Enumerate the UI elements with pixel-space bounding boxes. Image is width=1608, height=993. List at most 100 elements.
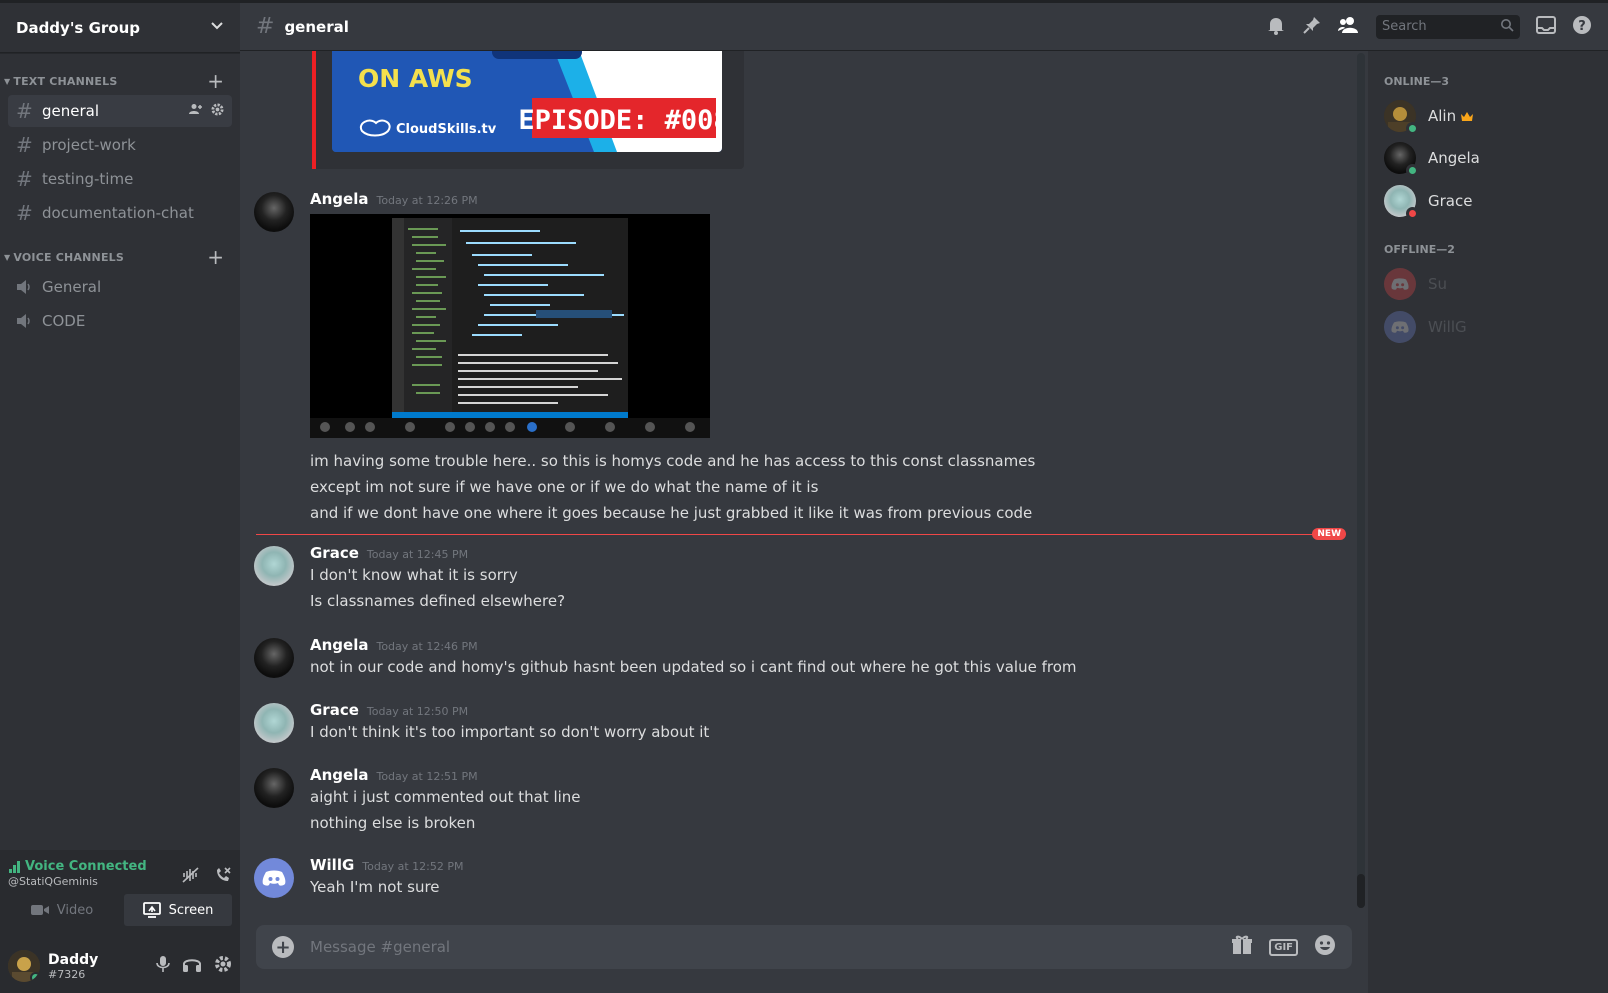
collapse-arrow-icon: ▼ <box>4 76 11 86</box>
member-item-angela[interactable]: Angela <box>1384 137 1480 179</box>
message-timestamp: Today at 12:52 PM <box>362 860 464 873</box>
message-author[interactable]: Grace <box>310 544 359 562</box>
invite-icon[interactable] <box>189 103 203 119</box>
headphones-icon[interactable] <box>182 955 202 977</box>
hash-icon: # <box>256 14 275 39</box>
new-messages-divider: NEW <box>256 528 1346 540</box>
avatar[interactable] <box>254 768 294 808</box>
avatar <box>1384 311 1416 343</box>
message-timestamp: Today at 12:46 PM <box>376 640 478 653</box>
search-input[interactable]: Search <box>1376 14 1520 39</box>
microphone-icon[interactable] <box>156 955 170 977</box>
online-status-dot <box>30 972 40 982</box>
message-input-placeholder[interactable]: Message #general <box>310 938 450 956</box>
channel-title: general <box>284 17 349 36</box>
message-content: Yeah I'm not sure <box>310 878 440 896</box>
scrollbar-thumb[interactable] <box>1357 874 1365 908</box>
channel-documentation-chat[interactable]: # documentation-chat <box>8 197 232 229</box>
pin-icon[interactable] <box>1302 15 1322 39</box>
add-channel-icon[interactable]: + <box>207 247 224 267</box>
message-content: and if we dont have one where it goes be… <box>310 504 1033 522</box>
embed-brand: CloudSkills.tv <box>396 122 497 137</box>
code-screenshot-image <box>310 214 710 438</box>
camera-icon <box>30 905 49 915</box>
emoji-icon[interactable] <box>1314 934 1336 960</box>
member-list: ONLINE—3 Alin Angela Grace OFFLINE—2 Su … <box>1368 51 1608 993</box>
add-channel-icon[interactable]: + <box>207 71 224 91</box>
voice-connected-status[interactable]: Voice Connected <box>8 859 147 874</box>
channel-testing-time[interactable]: # testing-time <box>8 163 232 195</box>
message-header: WillG Today at 12:52 PM <box>310 856 463 874</box>
embed-headline: ON AWS <box>358 64 473 93</box>
category-voice-channels[interactable]: ▼ VOICE CHANNELS + <box>0 245 240 269</box>
channel-general[interactable]: # general <box>8 95 232 127</box>
discord-window: Daddy's Group ▼ TEXT CHANNELS + # general… <box>0 0 1608 993</box>
member-name: Alin <box>1428 107 1457 125</box>
channel-label: testing-time <box>42 170 134 188</box>
discord-logo-icon <box>1391 321 1409 333</box>
chat-scrollbar[interactable] <box>1357 53 1365 908</box>
bell-icon[interactable] <box>1266 15 1286 39</box>
voice-status-row: Voice Connected @StatiQGeminis <box>8 859 232 888</box>
online-status-dot <box>1406 164 1419 177</box>
message-author[interactable]: Grace <box>310 701 359 719</box>
member-list-icon[interactable] <box>1338 16 1360 38</box>
hash-icon: # <box>16 99 33 123</box>
member-item-alin[interactable]: Alin <box>1384 95 1474 137</box>
embed-thumbnail[interactable]: ON AWS EPISODE: #008 CloudSkills.tv <box>332 51 722 152</box>
avatar[interactable] <box>254 638 294 678</box>
avatar[interactable] <box>254 546 294 586</box>
message-timestamp: Today at 12:50 PM <box>366 705 469 718</box>
message-header: Grace Today at 12:50 PM <box>310 701 468 719</box>
screen-share-button[interactable]: Screen <box>124 894 232 926</box>
avatar <box>1384 268 1416 300</box>
message-content: aight i just commented out that line <box>310 788 581 806</box>
speaker-icon <box>16 313 40 329</box>
voice-channel-general[interactable]: General <box>8 271 232 303</box>
disconnect-icon[interactable] <box>214 866 232 887</box>
avatar[interactable] <box>254 192 294 232</box>
upload-plus-icon[interactable]: + <box>272 936 294 958</box>
voice-channel-code[interactable]: CODE <box>8 305 232 337</box>
message-content: I don't know what it is sorry <box>310 566 518 584</box>
crown-icon <box>1460 107 1474 126</box>
message-author[interactable]: WillG <box>310 856 354 874</box>
message-composer[interactable]: + Message #general GIF <box>256 925 1352 969</box>
message-header: Angela Today at 12:46 PM <box>310 636 478 654</box>
message-author[interactable]: Angela <box>310 766 368 784</box>
avatar[interactable] <box>8 950 40 982</box>
composer-tools: GIF <box>1231 934 1336 960</box>
message-author[interactable]: Angela <box>310 636 368 654</box>
channel-project-work[interactable]: # project-work <box>8 129 232 161</box>
settings-gear-icon[interactable] <box>214 955 232 977</box>
message-timestamp: Today at 12:51 PM <box>376 770 478 783</box>
message-author[interactable]: Angela <box>310 190 368 208</box>
svg-text:?: ? <box>1578 19 1586 34</box>
member-item-su[interactable]: Su <box>1384 263 1447 305</box>
member-item-willg[interactable]: WillG <box>1384 306 1467 348</box>
inbox-icon[interactable] <box>1536 15 1556 38</box>
chevron-down-icon[interactable] <box>210 19 224 37</box>
member-name: Angela <box>1428 149 1480 167</box>
gear-icon[interactable] <box>211 103 224 119</box>
video-button[interactable]: Video <box>8 894 116 926</box>
user-tag: #7326 <box>48 967 86 981</box>
channel-label: documentation-chat <box>42 204 194 222</box>
channel-sidebar: Daddy's Group ▼ TEXT CHANNELS + # general… <box>0 3 240 993</box>
category-text-channels[interactable]: ▼ TEXT CHANNELS + <box>0 69 240 93</box>
help-icon[interactable]: ? <box>1572 15 1592 39</box>
message-content: not in our code and homy's github hasnt … <box>310 658 1077 676</box>
avatar <box>1384 100 1419 135</box>
avatar[interactable] <box>254 703 294 743</box>
channel-label: CODE <box>42 312 86 330</box>
gif-button[interactable]: GIF <box>1269 938 1298 956</box>
guild-header[interactable]: Daddy's Group <box>0 3 240 53</box>
avatar[interactable] <box>254 858 294 898</box>
member-item-grace[interactable]: Grace <box>1384 180 1472 222</box>
message-list[interactable]: ON AWS EPISODE: #008 CloudSkills.tv Ange… <box>240 51 1368 911</box>
gift-icon[interactable] <box>1231 935 1253 959</box>
message-content: Is classnames defined elsewhere? <box>310 592 566 610</box>
message-content: nothing else is broken <box>310 814 476 832</box>
attachment-screenshot[interactable] <box>310 214 710 438</box>
noise-suppression-icon[interactable] <box>182 866 200 887</box>
